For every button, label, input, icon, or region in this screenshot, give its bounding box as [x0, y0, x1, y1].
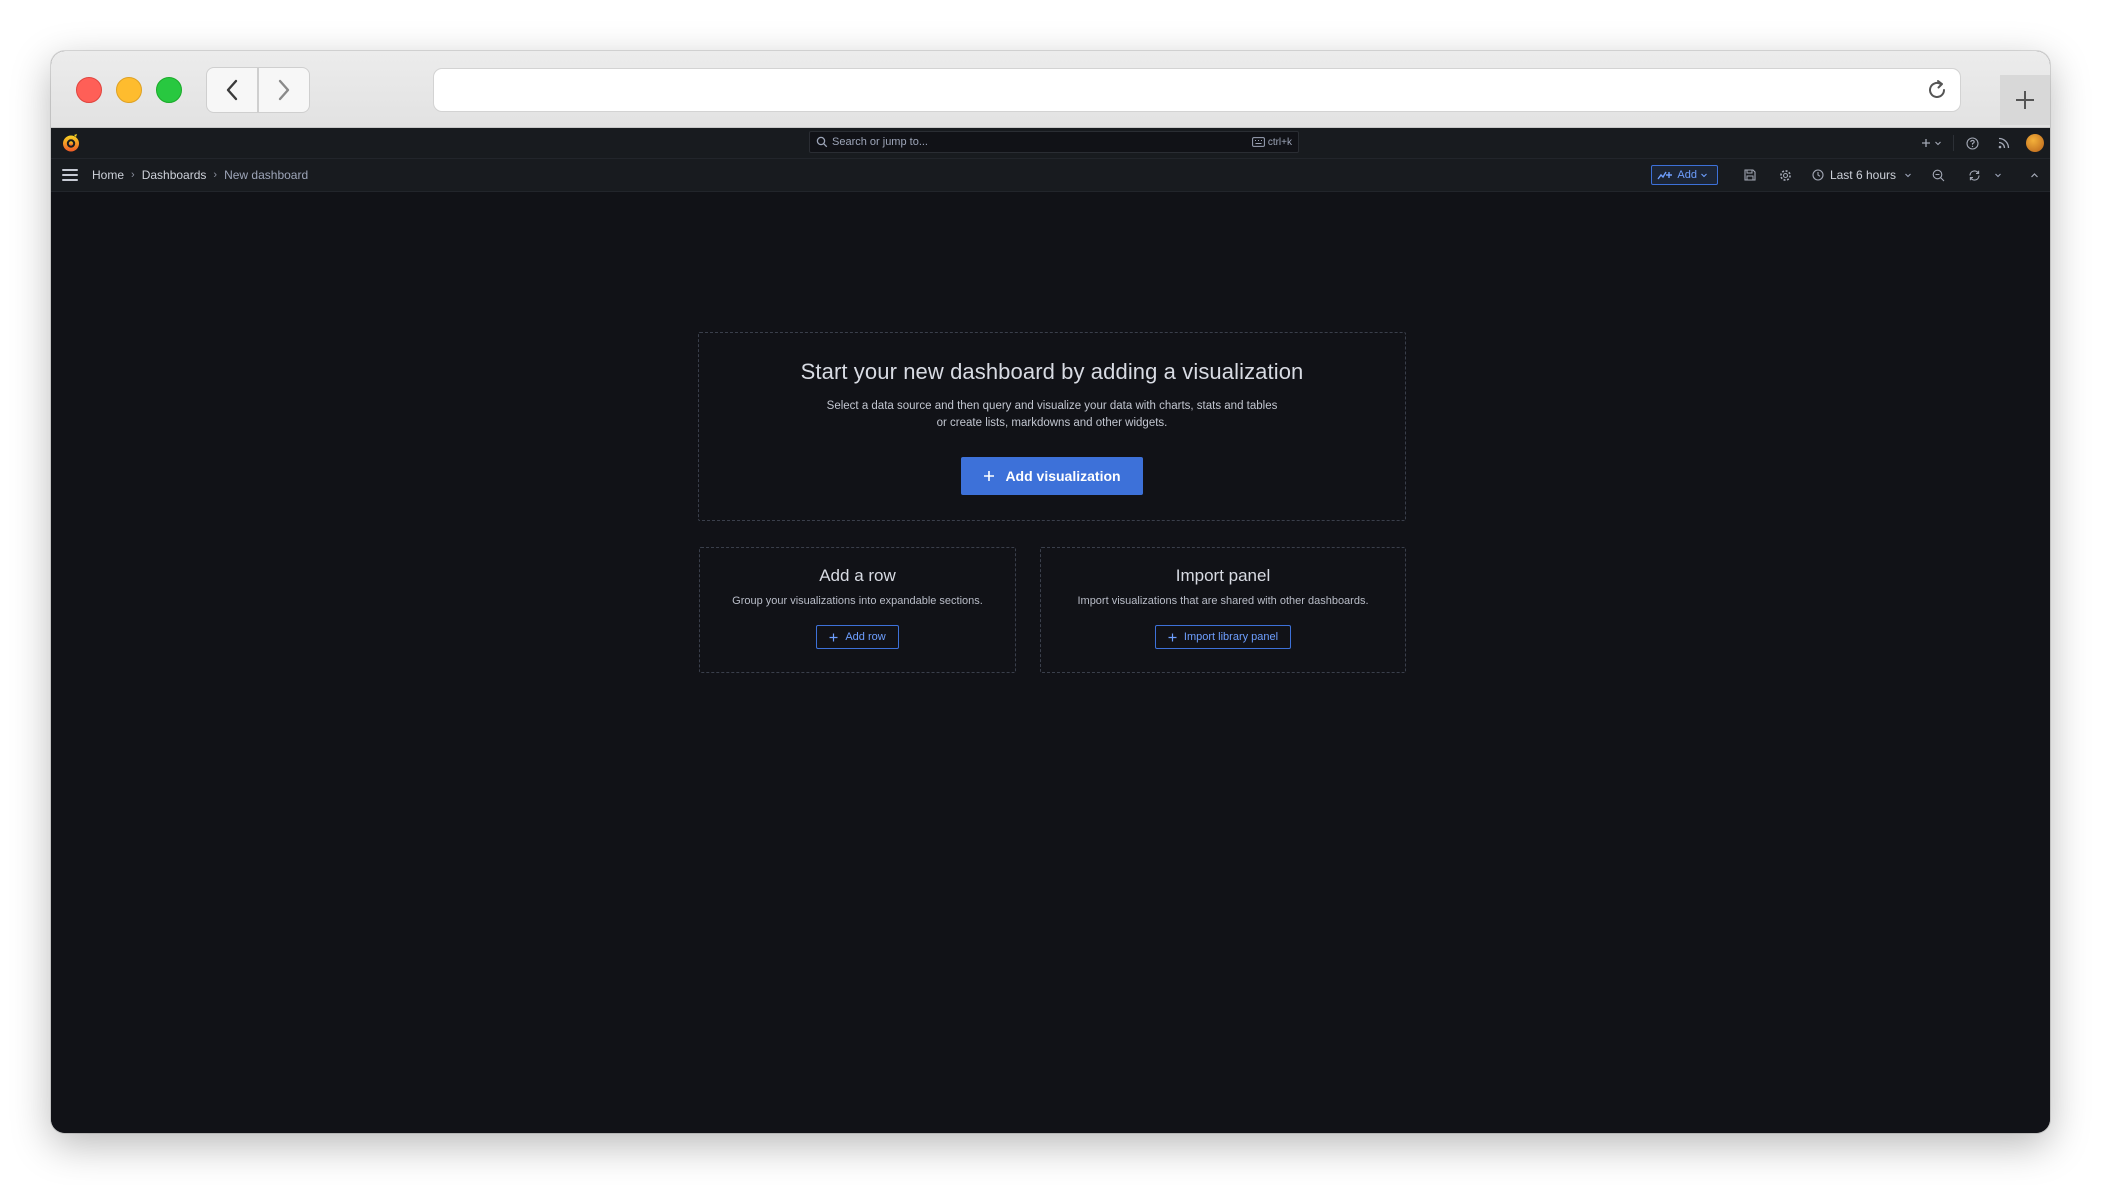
gear-icon — [1780, 169, 1792, 181]
reload-icon[interactable] — [1924, 77, 1950, 103]
save-icon — [1744, 169, 1756, 181]
chevron-down-icon — [1934, 141, 1941, 146]
plus-icon — [1168, 633, 1177, 641]
help-button[interactable] — [1964, 135, 1980, 151]
chevron-down-icon — [1905, 173, 1911, 178]
close-window-button[interactable] — [76, 77, 102, 103]
new-menu-button[interactable] — [1919, 135, 1943, 151]
top-navbar: Search or jump to... ctrl+k — [51, 128, 2050, 159]
plus-icon — [2016, 91, 2034, 109]
import-panel-title: Import panel — [1175, 566, 1271, 585]
add-visualization-button[interactable]: Add visualization — [961, 457, 1143, 495]
time-range-picker[interactable]: Last 6 hours — [1812, 168, 1912, 182]
import-panel-card: Import panel Import visualizations that … — [1040, 547, 1406, 673]
add-row-label: Add row — [845, 631, 886, 643]
empty-dashboard-card: Start your new dashboard by adding a vis… — [698, 332, 1406, 521]
add-row-description: Group your visualizations into expandabl… — [732, 595, 983, 607]
zoom-out-button[interactable] — [1930, 167, 1946, 183]
back-button[interactable] — [206, 67, 258, 113]
chevron-down-icon — [1995, 173, 2001, 178]
chevron-up-icon — [2030, 172, 2038, 177]
add-visualization-label: Add visualization — [1005, 468, 1121, 484]
plus-icon — [1921, 139, 1930, 147]
import-library-panel-button[interactable]: Import library panel — [1154, 625, 1292, 649]
import-panel-description: Import visualizations that are shared wi… — [1077, 595, 1369, 607]
breadcrumb-separator: › — [131, 169, 135, 181]
news-button[interactable] — [1996, 135, 2012, 151]
address-bar[interactable] — [433, 68, 1961, 112]
minimize-window-button[interactable] — [116, 77, 142, 103]
refresh-button[interactable] — [1966, 167, 1982, 183]
top-navbar-actions — [1911, 128, 2050, 158]
add-button[interactable]: Add — [1651, 165, 1718, 185]
refresh-icon — [1968, 169, 1980, 181]
breadcrumb-separator: › — [213, 169, 218, 181]
chevron-down-icon — [1701, 173, 1707, 178]
forward-button[interactable] — [258, 67, 310, 113]
user-avatar[interactable] — [2026, 134, 2044, 152]
time-range-label: Last 6 hours — [1829, 168, 1896, 182]
plus-icon — [829, 633, 838, 641]
chevron-right-icon — [278, 79, 290, 101]
refresh-interval-dropdown[interactable] — [1990, 167, 2006, 183]
dashboard-toolbar: Add Last 6 hours — [1651, 159, 2050, 191]
add-button-label: Add — [1677, 169, 1697, 181]
toolbar-divider — [1953, 135, 1954, 151]
add-row-card: Add a row Group your visualizations into… — [699, 547, 1016, 673]
empty-dashboard-description: Select a data source and then query and … — [802, 398, 1302, 432]
keyboard-shortcut: ctrl+k — [1251, 136, 1292, 148]
shortcut-label: ctrl+k — [1267, 136, 1292, 148]
breadcrumb-current: New dashboard — [224, 168, 309, 182]
maximize-window-button[interactable] — [156, 77, 182, 103]
grafana-logo-icon[interactable] — [61, 133, 81, 153]
keyboard-icon — [1251, 137, 1265, 147]
search-bar[interactable]: Search or jump to... ctrl+k — [809, 131, 1299, 153]
breadcrumb-dashboards[interactable]: Dashboards — [142, 168, 207, 182]
import-library-panel-label: Import library panel — [1183, 631, 1279, 643]
empty-dashboard-title: Start your new dashboard by adding a vis… — [800, 359, 1304, 384]
add-row-title: Add a row — [819, 566, 896, 585]
breadcrumb-home[interactable]: Home — [92, 168, 124, 182]
menu-toggle-button[interactable] — [62, 169, 78, 181]
zoom-out-icon — [1932, 169, 1944, 181]
clock-icon — [1812, 169, 1824, 181]
add-row-button[interactable]: Add row — [816, 625, 899, 649]
breadcrumb: Home › Dashboards › New dashboard — [92, 159, 308, 191]
browser-toolbar — [51, 51, 2050, 128]
new-tab-button[interactable] — [2000, 75, 2050, 125]
description-line-2: or create lists, markdowns and other wid… — [936, 417, 1168, 429]
grafana-app: Search or jump to... ctrl+k Home › Dashb… — [51, 128, 2050, 1133]
plus-icon — [984, 471, 995, 481]
collapse-navbar-button[interactable] — [2026, 167, 2042, 183]
browser-window: Search or jump to... ctrl+k Home › Dashb… — [51, 51, 2050, 1133]
description-line-1: Select a data source and then query and … — [826, 400, 1278, 412]
search-placeholder: Search or jump to... — [832, 136, 928, 148]
dashboard-navbar: Home › Dashboards › New dashboard Add La… — [51, 159, 2050, 192]
dashboard-canvas: Start your new dashboard by adding a vis… — [51, 191, 2050, 1133]
chevron-left-icon — [226, 79, 238, 101]
save-dashboard-button[interactable] — [1742, 167, 1758, 183]
add-panel-icon — [1657, 171, 1673, 180]
dashboard-settings-button[interactable] — [1778, 167, 1794, 183]
search-icon — [816, 136, 828, 148]
rss-icon — [1998, 137, 2010, 149]
help-icon — [1965, 136, 1979, 150]
